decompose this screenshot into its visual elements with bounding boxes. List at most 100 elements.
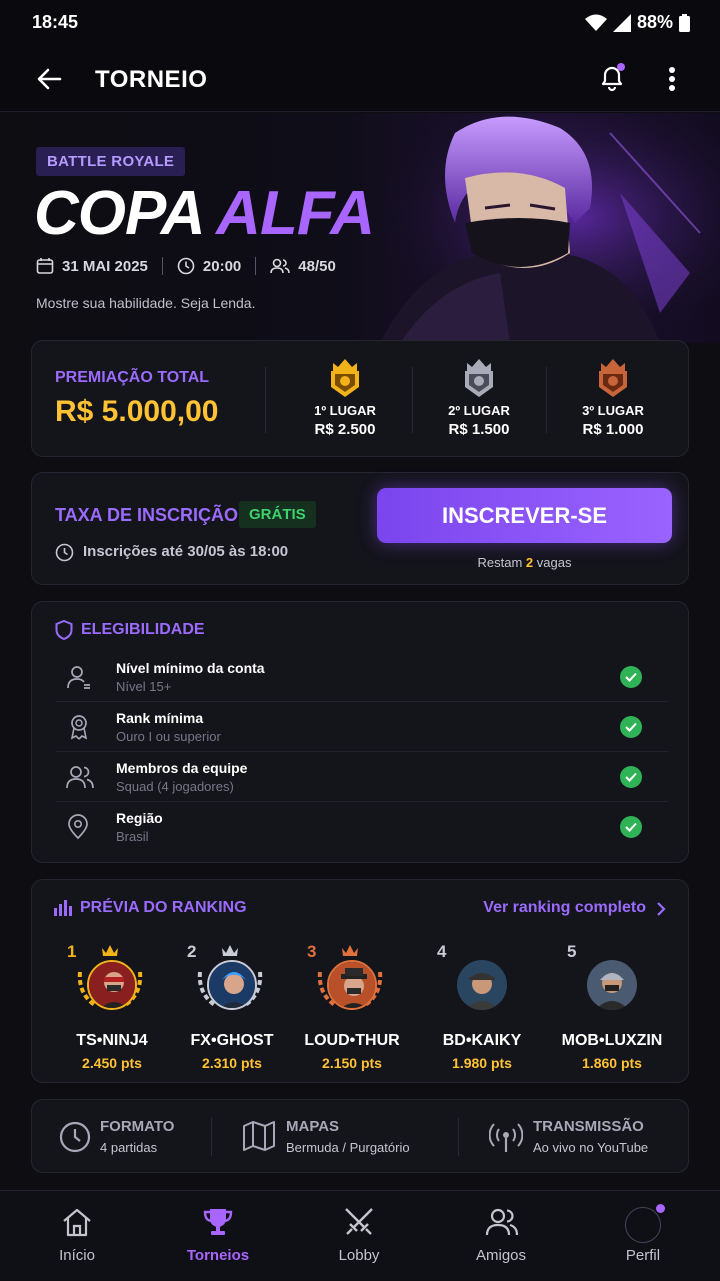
prize-place-1: 1º LUGAR R$ 2.500 [285,355,405,438]
nav-profile-label: Perfil [625,1247,661,1264]
eligibility-item-detail: Brasil [116,829,149,844]
stream-info: TRANSMISSÃO Ao vivo no YouTube [459,1100,689,1172]
map-icon [243,1121,275,1151]
avatar [87,960,137,1010]
prize-place-3-label: 3º LUGAR [582,403,644,418]
rank-medal-icon [70,715,88,740]
hero-character-illustration [360,113,720,343]
ranking-player-points: 1.860 pts [582,1055,642,1071]
ranking-player-name: TS•NINJ4 [76,1032,148,1049]
ranking-player-name: FX•GHOST [190,1032,274,1049]
remaining-count: 2 [525,555,534,570]
eligibility-title: ELEGIBILIDADE [81,621,205,638]
ranking-player[interactable]: 4 BD•KAIKY 1.980 pts [427,940,537,1071]
registration-deadline: Inscrições até 30/05 às 18:00 [83,543,289,560]
gold-trophy-shield-icon [331,359,359,397]
clock-outline-icon [59,1121,91,1153]
nav-friends-label: Amigos [475,1247,527,1264]
stream-label: TRANSMISSÃO [533,1118,644,1135]
maps-label: MAPAS [286,1118,340,1135]
ranking-player-name: MOB•LUXZIN [561,1032,663,1049]
ranking-position: 4 [437,942,447,961]
app-bar: TORNEIO [0,46,720,112]
user-level-icon [67,666,90,689]
trophy-icon [203,1209,233,1235]
avatar [327,960,377,1010]
prize-place-1-label: 1º LUGAR [314,403,376,418]
location-pin-icon [68,814,88,840]
more-options-icon[interactable] [668,66,676,92]
notification-bell-icon[interactable] [596,62,628,94]
tournament-info-card: FORMATO 4 partidas MAPAS Bermuda / Purga… [31,1099,689,1173]
nav-lobby[interactable]: Lobby [299,1191,419,1281]
nav-friends[interactable]: Amigos [441,1191,561,1281]
tournament-date: 31 MAI 2025 [62,257,148,275]
signal-icon [612,13,631,32]
eligibility-item: Membros da equipe Squad (4 jogadores) [56,752,668,802]
chevron-right-icon[interactable] [656,901,666,917]
page-title: TORNEIO [95,66,208,93]
deadline-clock-icon [55,543,74,562]
ranking-player[interactable]: 1 TS•NINJ4 2.450 pts [57,940,167,1071]
ranking-player-points: 2.150 pts [322,1055,382,1071]
nav-lobby-label: Lobby [338,1247,380,1264]
full-ranking-link[interactable]: Ver ranking completo [483,899,646,917]
title-part-white: COPA [34,179,203,248]
shield-icon [55,620,73,640]
nav-home-label: Início [59,1247,95,1264]
battery-percent: 88% [636,12,673,32]
ranking-player[interactable]: 5 MOB•LUXZIN 1.860 pts [557,940,667,1071]
prize-place-2: 2º LUGAR R$ 1.500 [419,355,539,438]
profile-notification-dot [656,1204,665,1213]
register-button[interactable]: INSCREVER-SE [377,488,672,543]
remaining-slots: Restam 2 vagas [377,555,672,570]
check-icon [620,666,642,688]
check-icon [620,816,642,838]
ranking-preview-card: PRÉVIA DO RANKING Ver ranking completo 1… [31,879,689,1083]
tournament-tagline: Mostre sua habilidade. Seja Lenda. [36,295,256,311]
avatar [207,960,257,1010]
players-icon [270,258,291,274]
prize-card: PREMIAÇÃO TOTAL R$ 5.000,00 1º LUGAR R$ … [31,340,689,457]
tournament-title: COPA ALFA [34,179,375,249]
wifi-icon [584,14,607,31]
eligibility-item-detail: Squad (4 jogadores) [116,779,234,794]
tournament-meta: 31 MAI 2025 20:00 48/50 [36,257,336,275]
ranking-player[interactable]: 2 FX•GHOST 2.310 pts [177,940,287,1071]
profile-avatar [625,1207,661,1243]
eligibility-item-detail: Nível 15+ [116,679,172,694]
prize-place-2-amount: R$ 1.500 [448,421,510,438]
friends-icon [485,1208,519,1236]
silver-trophy-shield-icon [465,359,493,397]
back-arrow-icon[interactable] [36,66,62,92]
avatar [587,960,637,1010]
status-time: 18:45 [32,12,79,32]
clock-icon [177,257,195,275]
prize-place-3-amount: R$ 1.000 [582,421,644,438]
eligibility-item-title: Região [116,810,163,826]
prize-total: R$ 5.000,00 [55,395,219,428]
maps-value: Bermuda / Purgatório [286,1140,410,1155]
team-icon [66,766,94,789]
ranking-position: 5 [567,942,577,961]
nav-home[interactable]: Início [17,1191,137,1281]
fee-label: TAXA DE INSCRIÇÃO [55,505,239,525]
broadcast-icon [489,1123,523,1152]
bar-chart-icon [54,900,72,916]
prize-place-1-amount: R$ 2.500 [314,421,376,438]
tournament-slots: 48/50 [298,257,336,275]
nav-tournaments[interactable]: Torneios [158,1191,278,1281]
check-icon [620,766,642,788]
format-info: FORMATO 4 partidas [32,1100,212,1172]
home-icon [63,1208,91,1237]
check-icon [620,716,642,738]
nav-profile[interactable]: Perfil [583,1191,703,1281]
tournament-time: 20:00 [202,257,242,275]
eligibility-item: Rank mínima Ouro I ou superior [56,702,668,752]
ranking-player[interactable]: 3 LOUD•THUR 2.150 pts [297,940,407,1071]
prize-place-2-label: 2º LUGAR [448,403,510,418]
ranking-player-name: BD•KAIKY [442,1032,522,1049]
ranking-player-points: 2.450 pts [82,1055,142,1071]
eligibility-item-detail: Ouro I ou superior [116,729,221,744]
ranking-player-name: LOUD•THUR [304,1032,400,1049]
